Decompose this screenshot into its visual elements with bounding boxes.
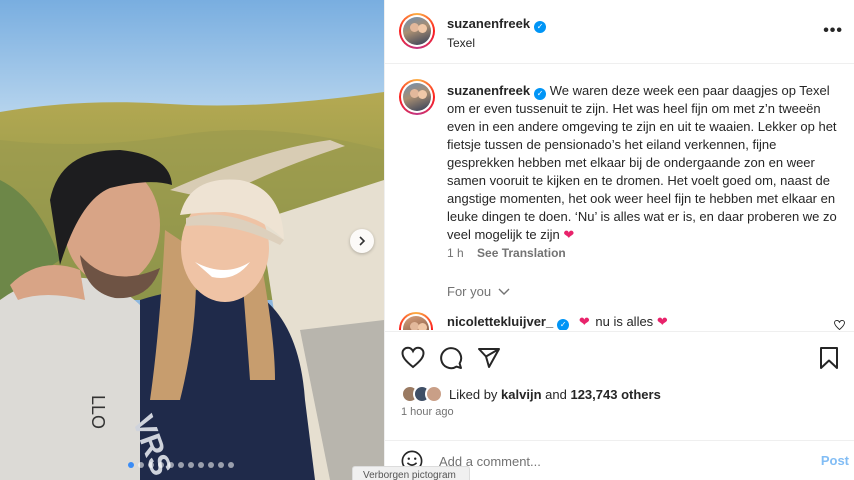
post-caption: suzanenfreek ✓ We waren deze week een paa… (447, 82, 837, 244)
carousel-dot (128, 462, 134, 468)
post-timestamp: 1 hour ago (401, 406, 454, 418)
post-details-panel: suzanenfreek ✓ Texel ••• suzanenfreek ✓ We… (384, 0, 854, 480)
carousel-dot (138, 462, 144, 468)
comment-text: nu is alles (595, 314, 654, 329)
likes-count[interactable]: 123,743 others (570, 387, 660, 402)
photo-illustration: LLO VRS (0, 0, 384, 480)
hidden-icons-tooltip: Verborgen pictogram (352, 466, 470, 480)
carousel-dot (188, 462, 194, 468)
for-you-dropdown[interactable]: For you (447, 284, 510, 299)
liked-by-user[interactable]: kalvijn (501, 387, 541, 402)
like-heart-icon[interactable] (401, 346, 425, 370)
carousel-dot (198, 462, 204, 468)
post-location[interactable]: Texel (447, 36, 475, 50)
see-translation-link[interactable]: See Translation (477, 246, 566, 260)
author-username[interactable]: suzanenfreek (447, 16, 530, 31)
for-you-label: For you (447, 284, 492, 299)
caption-author-avatar[interactable] (399, 79, 435, 115)
comment-icon[interactable] (439, 346, 463, 370)
svg-text:LLO: LLO (88, 395, 108, 429)
post-comment-button[interactable]: Post (821, 453, 849, 468)
share-paper-plane-icon[interactable] (477, 346, 501, 370)
comment-item: nicolettekluijver_ ✓ ❤ nu is alles ❤ (385, 310, 854, 330)
chevron-down-icon (498, 288, 510, 295)
heart-emoji: ❤ (563, 227, 575, 242)
post-photo[interactable]: LLO VRS (0, 0, 384, 480)
verified-badge-icon: ✓ (557, 319, 570, 330)
carousel-dot (218, 462, 224, 468)
likes-and-label: and (545, 386, 567, 402)
carousel-dots (128, 462, 234, 468)
heart-emoji: ❤ (656, 314, 668, 329)
caption-meta: 1 h See Translation (447, 246, 566, 260)
commenter-username[interactable]: nicolettekluijver_ (447, 314, 553, 329)
liked-by-label: Liked by (449, 386, 498, 402)
add-comment-input[interactable] (439, 451, 759, 471)
likes-summary: Liked by kalvijn and 123,743 others (401, 383, 661, 405)
commenter-avatar[interactable] (399, 312, 433, 330)
verified-badge-icon: ✓ (534, 21, 547, 33)
more-options-icon[interactable]: ••• (823, 22, 843, 40)
carousel-dot (178, 462, 184, 468)
carousel-dot (168, 462, 174, 468)
caption-username[interactable]: suzanenfreek (447, 83, 530, 98)
action-bar (385, 331, 854, 381)
liker-avatar[interactable] (425, 385, 443, 403)
next-photo-button[interactable] (350, 229, 374, 253)
post-age: 1 h (447, 246, 464, 260)
post-header: suzanenfreek ✓ Texel ••• (385, 0, 854, 64)
carousel-dot (158, 462, 164, 468)
chevron-right-icon (359, 236, 366, 246)
carousel-dot (208, 462, 214, 468)
carousel-dot (148, 462, 154, 468)
heart-emoji: ❤ (578, 314, 590, 329)
caption-text: We waren deze week een paar daagjes op T… (447, 83, 837, 242)
save-bookmark-icon[interactable] (817, 346, 841, 370)
comment-like-icon[interactable] (834, 320, 845, 330)
author-avatar[interactable] (399, 13, 435, 49)
verified-badge-icon: ✓ (534, 88, 547, 100)
carousel-dot (228, 462, 234, 468)
